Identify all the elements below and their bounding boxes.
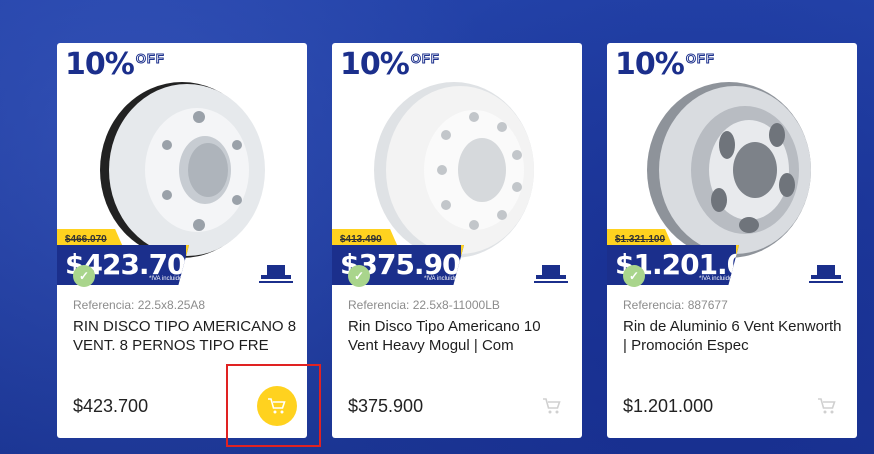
old-price: $413.490: [332, 229, 398, 247]
product-reference: Referencia: 887677: [623, 298, 728, 312]
brand-logo-icon: [809, 265, 843, 283]
iva-note: *IVA incluido: [424, 276, 458, 282]
price-banner: $466.070 $423.700 *IVA incluido ✓: [57, 229, 257, 287]
price-banner: $1.321.100 $1.201.000 *IVA incluido ✓: [607, 229, 807, 287]
price-banner: $413.490 $375.900 *IVA incluido ✓: [332, 229, 532, 287]
old-price: $1.321.100: [607, 229, 673, 247]
add-to-cart-button[interactable]: [257, 386, 297, 426]
discount-off-label: OFF: [685, 51, 715, 67]
product-card[interactable]: 10% OFF $413.490 $375.900 *IVA incluido …: [332, 43, 582, 438]
iva-note: *IVA incluido: [149, 276, 183, 282]
cart-icon: [818, 398, 836, 414]
brand-logo-icon: [259, 265, 293, 283]
product-card[interactable]: 10% OFF $1.321.100 $1.201.000 *IVA inclu…: [607, 43, 857, 438]
product-title[interactable]: Rin de Aluminio 6 Vent Kenworth | Promoc…: [623, 317, 848, 355]
check-icon: ✓: [623, 265, 645, 287]
discount-off-label: OFF: [410, 51, 440, 67]
product-reference: Referencia: 22.5x8-11000LB: [348, 298, 500, 312]
product-price: $1.201.000: [623, 396, 714, 416]
cart-icon: [268, 398, 286, 414]
check-icon: ✓: [348, 265, 370, 287]
check-icon: ✓: [73, 265, 95, 287]
product-title[interactable]: RIN DISCO TIPO AMERICANO 8 VENT. 8 PERNO…: [73, 317, 298, 355]
add-to-cart-button[interactable]: [807, 386, 847, 426]
add-to-cart-button[interactable]: [532, 386, 572, 426]
old-price: $466.070: [57, 229, 123, 247]
discount-off-label: OFF: [135, 51, 165, 67]
product-reference: Referencia: 22.5x8.25A8: [73, 298, 206, 312]
iva-note: *IVA incluido: [699, 276, 733, 282]
product-price: $375.900: [348, 396, 424, 416]
product-card[interactable]: 10% OFF $466.070 $423.700 *IVA incluido …: [57, 43, 307, 438]
product-price: $423.700: [73, 396, 149, 416]
cart-icon: [543, 398, 561, 414]
brand-logo-icon: [534, 265, 568, 283]
product-title[interactable]: Rin Disco Tipo Americano 10 Vent Heavy M…: [348, 317, 573, 355]
